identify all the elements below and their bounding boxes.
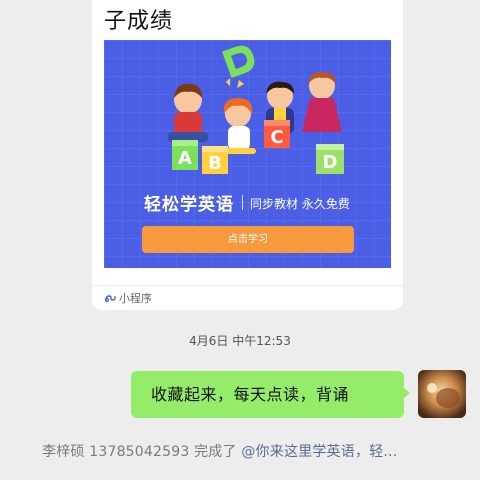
kids-illustration: A B C D <box>168 45 344 174</box>
bubble-tail <box>403 387 410 399</box>
system-notice: 李梓硕 13785042593 完成了 @你来这里学英语，轻... <box>42 441 397 461</box>
svg-text:A: A <box>178 148 192 169</box>
avatar-image <box>418 370 466 418</box>
card-divider <box>92 285 403 286</box>
svg-text:B: B <box>208 153 222 174</box>
banner-title: 轻松学英语 <box>144 195 234 215</box>
mini-program-card[interactable]: 子成绩 A B C D 轻松学英语 同步教材 永久免费 点击学习 小程序 <box>92 0 403 310</box>
notice-text: 李梓硕 13785042593 完成了 <box>42 444 242 460</box>
avatar[interactable] <box>418 370 466 418</box>
start-learning-button[interactable]: 点击学习 <box>142 226 354 253</box>
svg-text:D: D <box>323 152 338 173</box>
mini-program-icon <box>104 295 116 303</box>
mini-program-banner[interactable]: A B C D 轻松学英语 同步教材 永久免费 点击学习 <box>104 40 391 268</box>
banner-divider <box>242 195 243 210</box>
banner-subtitle: 同步教材 永久免费 <box>250 197 350 211</box>
mini-program-source: 小程序 <box>104 290 152 306</box>
mini-program-label: 小程序 <box>119 292 152 305</box>
card-title: 子成绩 <box>104 9 174 34</box>
svg-text:C: C <box>270 127 283 148</box>
outgoing-message-bubble[interactable]: 收藏起来，每天点读，背诵 <box>131 371 404 418</box>
notice-mention-link[interactable]: @你来这里学英语，轻... <box>241 444 397 460</box>
message-timestamp: 4月6日 中午12:53 <box>189 334 291 348</box>
